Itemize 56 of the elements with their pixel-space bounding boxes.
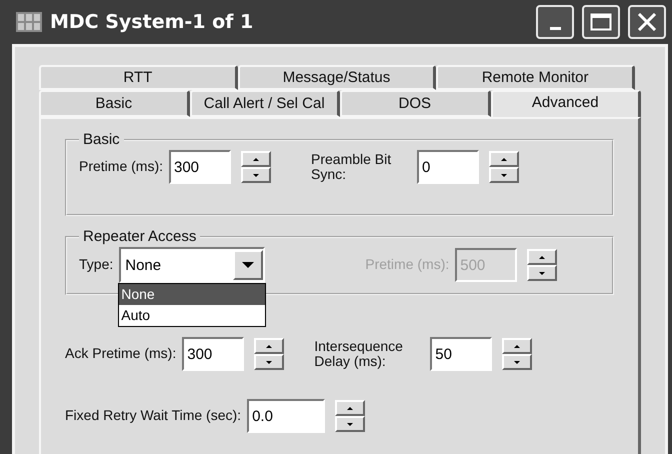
spin-down-button[interactable] <box>527 265 558 281</box>
spin-up-button[interactable] <box>335 400 366 416</box>
tab[interactable]: RTT <box>39 65 238 90</box>
group-title: Repeater Access <box>82 228 198 245</box>
spin-up-button[interactable] <box>241 151 271 167</box>
window-title: MDC System-1 of 1 <box>50 11 254 33</box>
dropdown-option[interactable]: None <box>119 284 266 305</box>
close-icon <box>637 13 657 31</box>
close-button[interactable] <box>628 5 666 39</box>
up-arrow-icon <box>266 344 272 348</box>
minimize-icon <box>550 26 560 30</box>
tab[interactable]: Call Alert / Sel Cal <box>190 90 340 117</box>
maximize-button[interactable] <box>582 5 620 39</box>
tab[interactable]: Message/Status <box>238 65 436 90</box>
spin-down-button[interactable] <box>254 354 284 370</box>
number-field[interactable]: 300 <box>169 150 231 184</box>
down-arrow-icon <box>266 360 272 364</box>
field-label: Pretime (ms): <box>365 257 450 273</box>
number-field[interactable]: 0.0 <box>247 399 326 433</box>
down-arrow-icon <box>501 174 507 176</box>
down-arrow-icon <box>347 422 354 426</box>
down-arrow-icon <box>514 360 520 364</box>
field-label: Preamble Bit Sync: <box>311 152 392 182</box>
group-title: Basic <box>82 131 121 148</box>
up-arrow-icon <box>539 256 546 258</box>
spin-up-button[interactable] <box>254 338 284 354</box>
spin-up-button[interactable] <box>489 151 519 167</box>
spin-up-button[interactable] <box>527 249 558 265</box>
up-arrow-icon <box>501 158 507 160</box>
field-label: Intersequence Delay (ms): <box>314 338 404 370</box>
maximize-icon <box>590 13 612 31</box>
spin-down-button[interactable] <box>502 354 532 370</box>
down-arrow-icon <box>253 174 259 176</box>
field-label: Pretime (ms): <box>79 159 163 175</box>
number-field[interactable]: 50 <box>430 337 492 371</box>
field-label: Fixed Retry Wait Time (sec): <box>65 408 242 424</box>
field-label: Type: <box>79 257 114 273</box>
minimize-button[interactable] <box>536 5 574 39</box>
spin-down-button[interactable] <box>489 167 519 183</box>
spin-up-button[interactable] <box>502 338 532 354</box>
spin-down-button[interactable] <box>335 416 366 432</box>
up-arrow-icon <box>253 158 259 160</box>
field-label: Ack Pretime (ms): <box>65 346 176 362</box>
up-arrow-icon <box>514 344 520 348</box>
number-field[interactable]: 300 <box>182 337 244 371</box>
app-icon <box>16 12 42 32</box>
down-arrow-icon <box>539 272 546 274</box>
dropdown-button[interactable] <box>233 250 264 280</box>
tab[interactable]: Basic <box>39 90 190 117</box>
spin-down-button[interactable] <box>241 167 271 183</box>
tab[interactable]: Advanced <box>490 90 641 117</box>
caret-icon <box>242 262 254 268</box>
up-arrow-icon <box>347 406 354 410</box>
number-field[interactable]: 0 <box>417 150 479 184</box>
tab[interactable]: DOS <box>340 90 490 117</box>
tab[interactable]: Remote Monitor <box>436 65 636 90</box>
